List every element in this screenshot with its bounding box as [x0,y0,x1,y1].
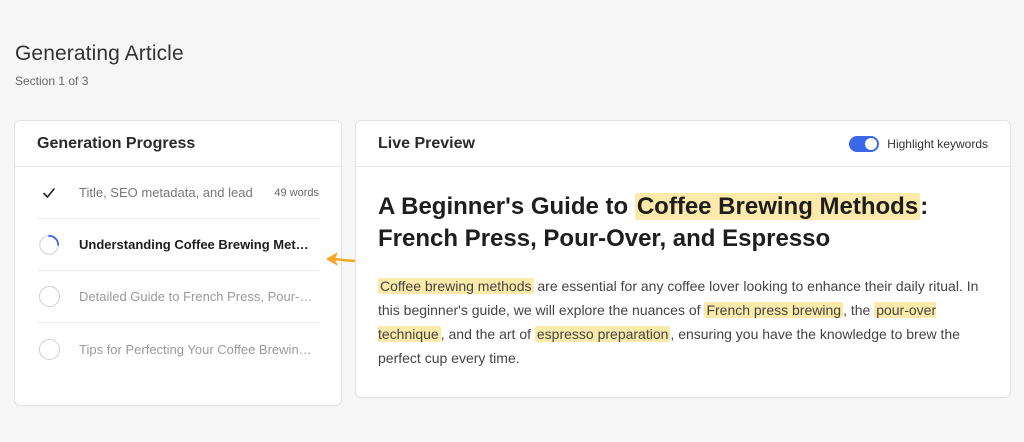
preview-header: Live Preview Highlight keywords [356,121,1010,167]
step-item-3[interactable]: Detailed Guide to French Press, Pour-O… [37,271,319,323]
spinner-icon [38,234,60,256]
paragraph-text: , the [843,302,875,318]
progress-title: Generation Progress [37,134,196,152]
step-label: Detailed Guide to French Press, Pour-O… [79,289,319,304]
empty-circle-icon [38,286,60,308]
keyword-highlight: Coffee brewing methods [378,278,534,294]
article-title: A Beginner's Guide to Coffee Brewing Met… [378,191,988,255]
step-item-1[interactable]: Title, SEO metadata, and lead 49 words [37,167,319,219]
page-title: Generating Article [15,42,184,65]
step-label: Understanding Coffee Brewing Met… [79,237,309,252]
step-item-2[interactable]: Understanding Coffee Brewing Met… [37,219,319,271]
keyword-highlight: espresso preparation [534,326,671,342]
page-subtitle: Section 1 of 3 [15,74,89,88]
progress-header: Generation Progress [15,121,341,167]
step-label: Title, SEO metadata, and lead [79,185,253,200]
keyword-highlight: Coffee Brewing Methods [634,193,921,220]
highlight-keywords-toggle[interactable]: Highlight keywords [849,135,988,152]
article-paragraph: Coffee brewing methods are essential for… [378,274,988,370]
step-label: Tips for Perfecting Your Coffee Brewin… [79,341,312,357]
empty-circle-icon [38,338,60,360]
keyword-highlight: French press brewing [704,302,844,318]
generation-progress-panel: Generation Progress Title, SEO metadata,… [14,120,342,406]
check-icon [38,182,60,204]
page: Generating Article Section 1 of 3 Genera… [0,0,1024,442]
progress-steps: Title, SEO metadata, and lead 49 words U… [15,167,341,375]
toggle-label: Highlight keywords [887,136,988,151]
preview-title: Live Preview [378,134,475,152]
article-title-prefix: A Beginner's Guide to [378,193,635,220]
preview-body: A Beginner's Guide to Coffee Brewing Met… [356,167,1010,370]
toggle-switch[interactable] [849,135,880,152]
toggle-knob [865,137,878,150]
step-item-4[interactable]: Tips for Perfecting Your Coffee Brewin… [37,323,319,375]
step-word-count: 49 words [274,186,319,199]
live-preview-panel: Live Preview Highlight keywords A Beginn… [355,120,1011,398]
paragraph-text: , and the art of [440,326,535,342]
